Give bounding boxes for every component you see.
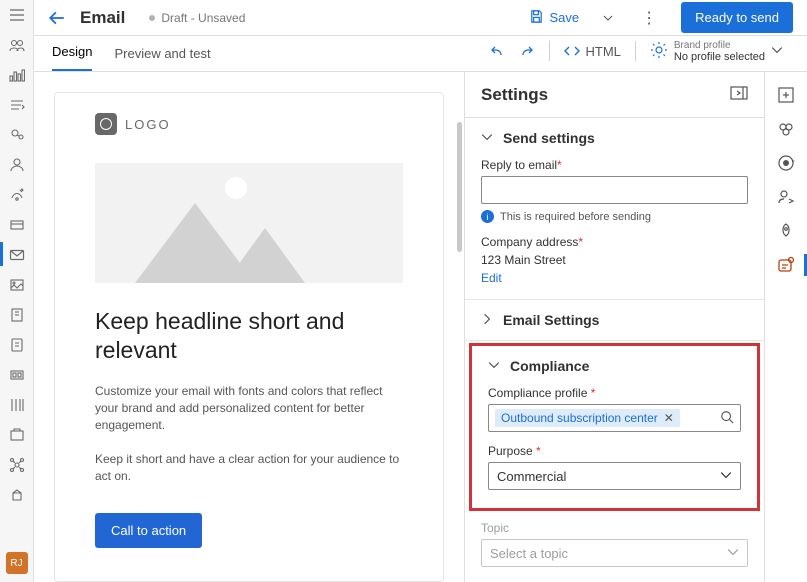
layers-icon[interactable]: [777, 120, 795, 138]
chevron-down-icon: [720, 469, 732, 484]
target-icon[interactable]: [777, 154, 795, 172]
rail-icon-14[interactable]: [8, 426, 26, 444]
email-preview[interactable]: LOGO Keep headline short and relevant Cu…: [54, 92, 444, 582]
rocket-icon[interactable]: [777, 222, 795, 240]
personalize-icon[interactable]: [777, 188, 795, 206]
insights-icon[interactable]: [777, 256, 795, 274]
topic-label: Topic: [481, 521, 748, 535]
rail-icon-7[interactable]: [8, 216, 26, 234]
rail-icon-9[interactable]: [8, 276, 26, 294]
tab-preview[interactable]: Preview and test: [114, 46, 210, 71]
undo-button[interactable]: [489, 43, 505, 59]
chevron-down-icon: [481, 130, 493, 146]
rail-icon-email[interactable]: [8, 246, 26, 264]
save-dropdown[interactable]: [599, 12, 617, 26]
section-send-settings: Send settings Reply to email* iThis is r…: [465, 118, 764, 300]
right-tool-rail: [764, 72, 806, 582]
hamburger-icon[interactable]: [8, 6, 26, 24]
draft-dot-icon: [149, 15, 155, 21]
compliance-highlight: Compliance Compliance profile * Outbound…: [469, 343, 760, 511]
logo-icon: [95, 113, 117, 135]
scrollbar[interactable]: [457, 122, 462, 252]
gear-icon: [650, 41, 668, 62]
compliance-profile-chip: Outbound subscription center✕: [495, 409, 680, 427]
email-body-2: Keep it short and have a clear action fo…: [95, 451, 403, 486]
cta-button[interactable]: Call to action: [95, 513, 202, 548]
chevron-down-icon: [771, 44, 783, 59]
email-canvas: LOGO Keep headline short and relevant Cu…: [34, 72, 464, 582]
rail-icon-3[interactable]: [8, 96, 26, 114]
section-email-settings: Email Settings: [465, 300, 764, 341]
compliance-profile-label: Compliance profile: [488, 386, 587, 400]
left-rail: RJ: [0, 0, 34, 582]
purpose-label: Purpose: [488, 444, 533, 458]
rail-icon-5[interactable]: [8, 156, 26, 174]
topic-select: Select a topic: [481, 539, 748, 567]
rail-icon-10[interactable]: [8, 306, 26, 324]
user-badge[interactable]: RJ: [6, 552, 28, 574]
rail-icon-16[interactable]: [8, 486, 26, 504]
company-address-value: 123 Main Street: [481, 253, 748, 267]
search-icon[interactable]: [720, 410, 734, 427]
purpose-select[interactable]: Commercial: [488, 462, 741, 490]
rail-icon-15[interactable]: [8, 456, 26, 474]
html-button[interactable]: HTML: [564, 43, 621, 59]
compliance-header[interactable]: Compliance: [472, 346, 757, 386]
reply-to-info: iThis is required before sending: [481, 210, 748, 223]
draft-status: Draft - Unsaved: [149, 11, 245, 25]
page-title: Email: [80, 8, 125, 28]
hero-image-placeholder: [95, 163, 403, 283]
company-address-label: Company address: [481, 235, 578, 249]
more-menu-button[interactable]: ⋮: [631, 8, 667, 28]
save-icon: [529, 9, 544, 27]
email-settings-header[interactable]: Email Settings: [465, 300, 764, 340]
tab-design[interactable]: Design: [52, 44, 92, 71]
rail-icon-1[interactable]: [8, 36, 26, 54]
rail-icon-12[interactable]: [8, 366, 26, 384]
rail-icon-4[interactable]: [8, 126, 26, 144]
ribbon: Design Preview and test HTML Brand profi…: [34, 36, 807, 72]
compliance-profile-combo[interactable]: Outbound subscription center✕: [488, 404, 741, 432]
send-settings-header[interactable]: Send settings: [465, 118, 764, 158]
rail-icon-6[interactable]: [8, 186, 26, 204]
add-element-icon[interactable]: [777, 86, 795, 104]
rail-icon-13[interactable]: [8, 396, 26, 414]
brand-profile-selector[interactable]: Brand profileNo profile selected: [650, 40, 789, 63]
chevron-down-icon: [488, 358, 500, 374]
settings-panel: Settings Send settings Reply to email* i…: [464, 72, 764, 582]
ready-to-send-button[interactable]: Ready to send: [681, 2, 793, 33]
chevron-right-icon: [481, 312, 493, 328]
chevron-down-icon: [727, 546, 739, 561]
redo-button[interactable]: [519, 43, 535, 59]
chip-remove-icon[interactable]: ✕: [664, 411, 674, 425]
rail-icon-11[interactable]: [8, 336, 26, 354]
reply-to-input[interactable]: [481, 176, 748, 204]
rail-icon-2[interactable]: [8, 66, 26, 84]
logo-block: LOGO: [95, 113, 403, 135]
reply-to-label: Reply to email: [481, 158, 557, 172]
email-headline: Keep headline short and relevant: [95, 307, 403, 365]
back-button[interactable]: [48, 9, 66, 27]
edit-address-link[interactable]: Edit: [481, 271, 748, 285]
email-body-1: Customize your email with fonts and colo…: [95, 383, 403, 435]
info-icon: i: [481, 210, 494, 223]
dock-icon[interactable]: [730, 86, 748, 103]
top-bar: Email Draft - Unsaved Save ⋮ Ready to se…: [34, 0, 807, 36]
save-button[interactable]: Save: [523, 5, 586, 31]
panel-title: Settings: [481, 85, 548, 105]
